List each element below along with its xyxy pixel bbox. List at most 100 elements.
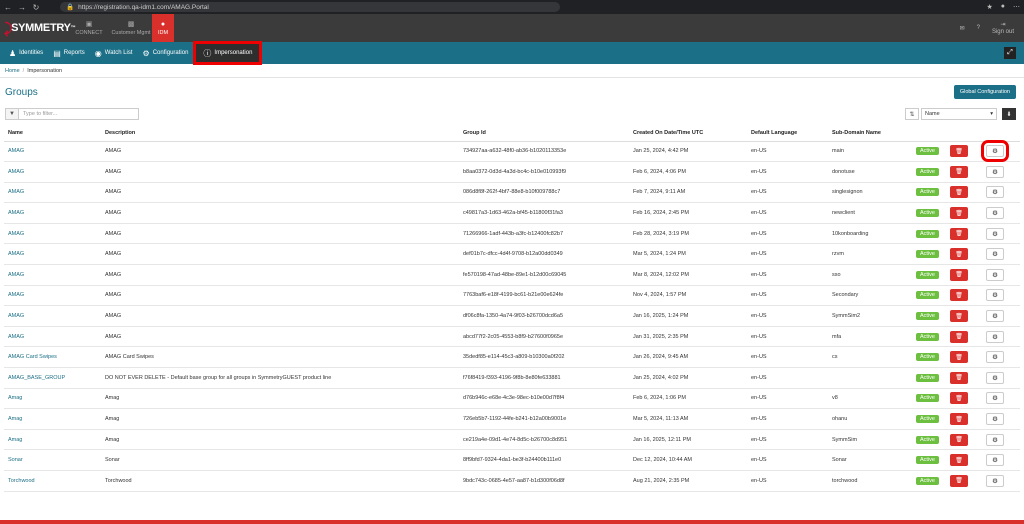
delete-button[interactable]: 🗑 [950, 392, 968, 405]
status-badge: Active [916, 167, 939, 176]
delete-button[interactable]: 🗑 [950, 413, 968, 426]
download-icon[interactable]: ⬇ [1002, 108, 1016, 120]
cell-description: AMAG [101, 264, 459, 286]
settings-button[interactable]: ⚙ [986, 248, 1004, 261]
trash-icon: 🗑 [955, 189, 963, 196]
sign-out-button[interactable]: ⇥ Sign out [992, 21, 1014, 35]
subnav-configuration[interactable]: ⚙ Configuration [138, 42, 194, 64]
col-language[interactable]: Default Language [747, 125, 828, 142]
help-icon[interactable]: ? [977, 25, 980, 31]
sort-field-select[interactable]: Name ▾ [921, 108, 997, 120]
topnav-idm[interactable]: ● IDM [152, 14, 174, 42]
settings-button[interactable]: ⚙ [986, 392, 1004, 405]
cell-name[interactable]: Amag [4, 408, 101, 430]
subnav-watch-list[interactable]: ◉ Watch List [90, 42, 138, 64]
filter-input[interactable]: Type to filter... [19, 108, 139, 120]
status-badge: Active [916, 435, 939, 444]
sort-direction-icon[interactable]: ⇅ [905, 108, 919, 120]
settings-button[interactable]: ⚙ [981, 140, 1009, 163]
forward-icon[interactable]: → [18, 3, 26, 12]
settings-button[interactable]: ⚙ [986, 474, 1004, 487]
delete-button[interactable]: 🗑 [950, 207, 968, 220]
col-description[interactable]: Description [101, 125, 459, 142]
settings-button[interactable]: ⚙ [986, 207, 1004, 220]
col-subdomain[interactable]: Sub-Domain Name [828, 125, 912, 142]
cell-name[interactable]: AMAG [4, 305, 101, 327]
cell-name[interactable]: Torchwood [4, 470, 101, 492]
subnav-impersonation[interactable]: ⓘ Impersonation [193, 41, 263, 65]
back-icon[interactable]: ← [4, 3, 12, 12]
address-bar[interactable]: 🔒 https://registration.qa-idm1.com/AMAG.… [60, 2, 560, 12]
cell-name[interactable]: AMAG [4, 161, 101, 183]
cell-subdomain: SymmSim [828, 429, 912, 451]
cell-language: en-US [747, 367, 828, 389]
cell-name[interactable]: Amag [4, 429, 101, 451]
delete-button[interactable]: 🗑 [950, 433, 968, 446]
delete-button[interactable]: 🗑 [950, 454, 968, 467]
cell-subdomain: 10konboarding [828, 223, 912, 245]
settings-button[interactable]: ⚙ [986, 165, 1004, 178]
cell-name[interactable]: AMAG_BASE_GROUP [4, 367, 101, 389]
cell-name[interactable]: AMAG [4, 326, 101, 348]
cell-name[interactable]: AMAG [4, 141, 101, 163]
cell-language: en-US [747, 449, 828, 471]
profile-icon[interactable]: ● [1001, 3, 1005, 11]
extensions-icon[interactable]: ★ [986, 3, 992, 11]
cell-name[interactable]: AMAG [4, 182, 101, 204]
cell-name[interactable]: AMAG [4, 285, 101, 307]
gear-icon: ⚙ [992, 395, 998, 403]
settings-button[interactable]: ⚙ [986, 330, 1004, 343]
cell-name[interactable]: AMAG [4, 264, 101, 286]
settings-button[interactable]: ⚙ [986, 433, 1004, 446]
cell-group-id: d76b946c-e68e-4c3e-98ec-b10e00d7f8f4 [459, 388, 629, 410]
settings-button[interactable]: ⚙ [986, 454, 1004, 467]
settings-button[interactable]: ⚙ [986, 268, 1004, 281]
delete-button[interactable]: 🗑 [950, 351, 968, 364]
expand-icon[interactable]: ⤢ [1004, 47, 1016, 59]
col-name[interactable]: Name [4, 125, 101, 142]
delete-button[interactable]: 🗑 [950, 330, 968, 343]
subnav-identities[interactable]: ♟ Identities [4, 42, 48, 64]
table-row: AMAG AMAG 734927aa-a632-48f0-ab36-b1020113… [4, 140, 1020, 163]
cell-name[interactable]: AMAG [4, 243, 101, 266]
delete-button[interactable]: 🗑 [950, 371, 968, 384]
cell-name[interactable]: Amag [4, 388, 101, 410]
settings-button[interactable]: ⚙ [986, 351, 1004, 364]
messages-icon[interactable]: ✉ [960, 25, 965, 32]
filter-icon[interactable]: ▼ [5, 108, 19, 120]
delete-button[interactable]: 🗑 [950, 227, 968, 240]
settings-button[interactable]: ⚙ [986, 371, 1004, 384]
cell-name[interactable]: Sonar [4, 449, 101, 471]
delete-button[interactable]: 🗑 [950, 145, 968, 158]
browser-menu-icon[interactable]: ⋯ [1013, 3, 1020, 11]
breadcrumb-home[interactable]: Home [5, 68, 20, 74]
cell-name[interactable]: AMAG [4, 223, 101, 245]
subnav-reports[interactable]: ▤ Reports [48, 42, 90, 64]
trash-icon: 🗑 [955, 334, 963, 341]
refresh-icon[interactable]: ↻ [32, 3, 40, 12]
settings-button[interactable]: ⚙ [986, 310, 1004, 323]
settings-button[interactable]: ⚙ [986, 227, 1004, 240]
cell-name[interactable]: AMAG Card Swipes [4, 346, 101, 369]
topnav-customer-mgmt[interactable]: ▩ Customer Mgmt [110, 14, 152, 42]
cell-name[interactable]: AMAG [4, 202, 101, 224]
eye-icon: ◉ [94, 48, 102, 58]
delete-button[interactable]: 🗑 [950, 186, 968, 199]
settings-button[interactable]: ⚙ [986, 289, 1004, 302]
global-configuration-button[interactable]: Global Configuration [953, 85, 1016, 99]
delete-button[interactable]: 🗑 [950, 310, 968, 323]
topnav-connect[interactable]: ▣ CONNECT [68, 14, 110, 42]
table-row: AMAG AMAG 71266966-1adf-443b-a3fc-b12400fc… [4, 223, 1020, 245]
col-created[interactable]: Created On Date/Time UTC [629, 125, 747, 142]
cell-group-id: 9bdc743c-0685-4e57-aa87-b1d300f06d8f [459, 470, 629, 492]
delete-button[interactable]: 🗑 [950, 268, 968, 281]
settings-button[interactable]: ⚙ [986, 413, 1004, 426]
settings-button[interactable]: ⚙ [986, 186, 1004, 199]
table-header-row: Name Description Group Id Created On Dat… [4, 125, 1020, 142]
delete-button[interactable]: 🗑 [950, 474, 968, 487]
delete-button[interactable]: 🗑 [950, 165, 968, 178]
col-group-id[interactable]: Group Id [459, 125, 629, 142]
delete-button[interactable]: 🗑 [950, 289, 968, 302]
delete-button[interactable]: 🗑 [950, 248, 968, 261]
symmetry-logo[interactable]: ⤸ SYMMETRY ™ [0, 14, 76, 42]
